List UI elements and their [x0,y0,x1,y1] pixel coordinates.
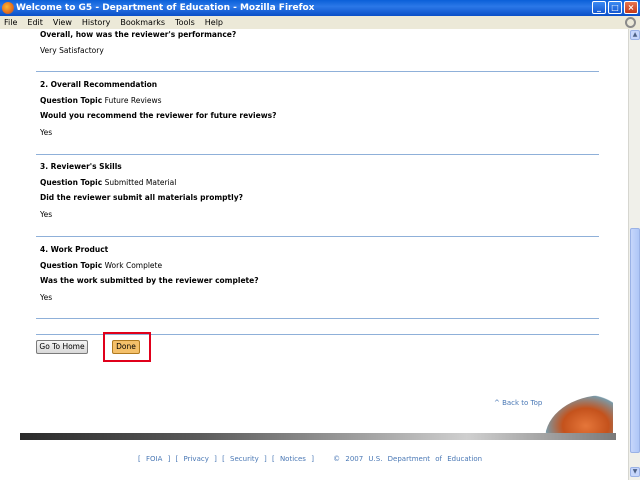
scroll-down-arrow-icon[interactable]: ▼ [630,467,640,477]
answer-text: Very Satisfactory [40,46,104,55]
window-title: Welcome to G5 - Department of Education … [16,3,315,13]
section-heading: 4. Work Product [40,245,109,254]
section-divider [36,71,599,72]
window-title-bar: Welcome to G5 - Department of Education … [0,0,640,16]
menu-view[interactable]: View [53,16,72,29]
menu-edit[interactable]: Edit [27,16,43,29]
menu-file[interactable]: File [4,16,17,29]
question-text: Was the work submitted by the reviewer c… [40,276,259,285]
vertical-scrollbar[interactable]: ▲ ▼ [628,29,640,480]
question-topic-row: Question Topic Submitted Material [40,178,176,187]
menu-bar: File Edit View History Bookmarks Tools H… [0,16,640,29]
question-topic-value: Submitted Material [104,178,177,187]
menu-tools[interactable]: Tools [175,16,195,29]
back-to-top-link[interactable]: ^ Back to Top [494,399,542,407]
throbber-icon [625,17,636,28]
menu-help[interactable]: Help [205,16,223,29]
menu-bookmarks[interactable]: Bookmarks [120,16,165,29]
question-topic-row: Question Topic Work Complete [40,261,162,270]
footer-band [20,433,616,440]
scroll-thumb[interactable] [630,228,640,453]
question-text: Did the reviewer submit all materials pr… [40,193,243,202]
scroll-up-arrow-icon[interactable]: ▲ [630,30,640,40]
footer-links: [ FOIA ] [ Privacy ] [ Security ] [ Noti… [138,455,483,463]
question-topic-label: Question Topic [40,261,103,270]
page-content: Overall, how was the reviewer's performa… [0,29,628,480]
footer-link-security[interactable]: Security [230,455,259,463]
done-button[interactable]: Done [112,340,140,354]
minimize-button[interactable]: _ [592,1,606,14]
question-topic-value: Work Complete [104,261,163,270]
question-text: Would you recommend the reviewer for fut… [40,111,277,120]
section-heading: 3. Reviewer's Skills [40,162,122,171]
question-topic-label: Question Topic [40,96,103,105]
go-to-home-button[interactable]: Go To Home [36,340,88,354]
question-topic-value: Future Reviews [104,96,162,105]
section-heading: 2. Overall Recommendation [40,80,158,89]
footer-copyright: © 2007 U.S. Department of Education [333,455,483,463]
question-topic-label: Question Topic [40,178,103,187]
section-divider [36,154,599,155]
section-divider [36,236,599,237]
firefox-icon [2,2,14,14]
question-topic-row: Question Topic Future Reviews [40,96,162,105]
footer-link-privacy[interactable]: Privacy [184,455,209,463]
question-text: Overall, how was the reviewer's performa… [40,30,237,39]
answer-text: Yes [40,210,53,219]
close-button[interactable]: × [624,1,638,14]
menu-history[interactable]: History [82,16,110,29]
answer-text: Yes [40,128,53,137]
footer-link-foia[interactable]: FOIA [146,455,162,463]
maximize-button[interactable]: □ [608,1,622,14]
footer-link-notices[interactable]: Notices [280,455,306,463]
section-divider [36,318,599,319]
answer-text: Yes [40,293,53,302]
